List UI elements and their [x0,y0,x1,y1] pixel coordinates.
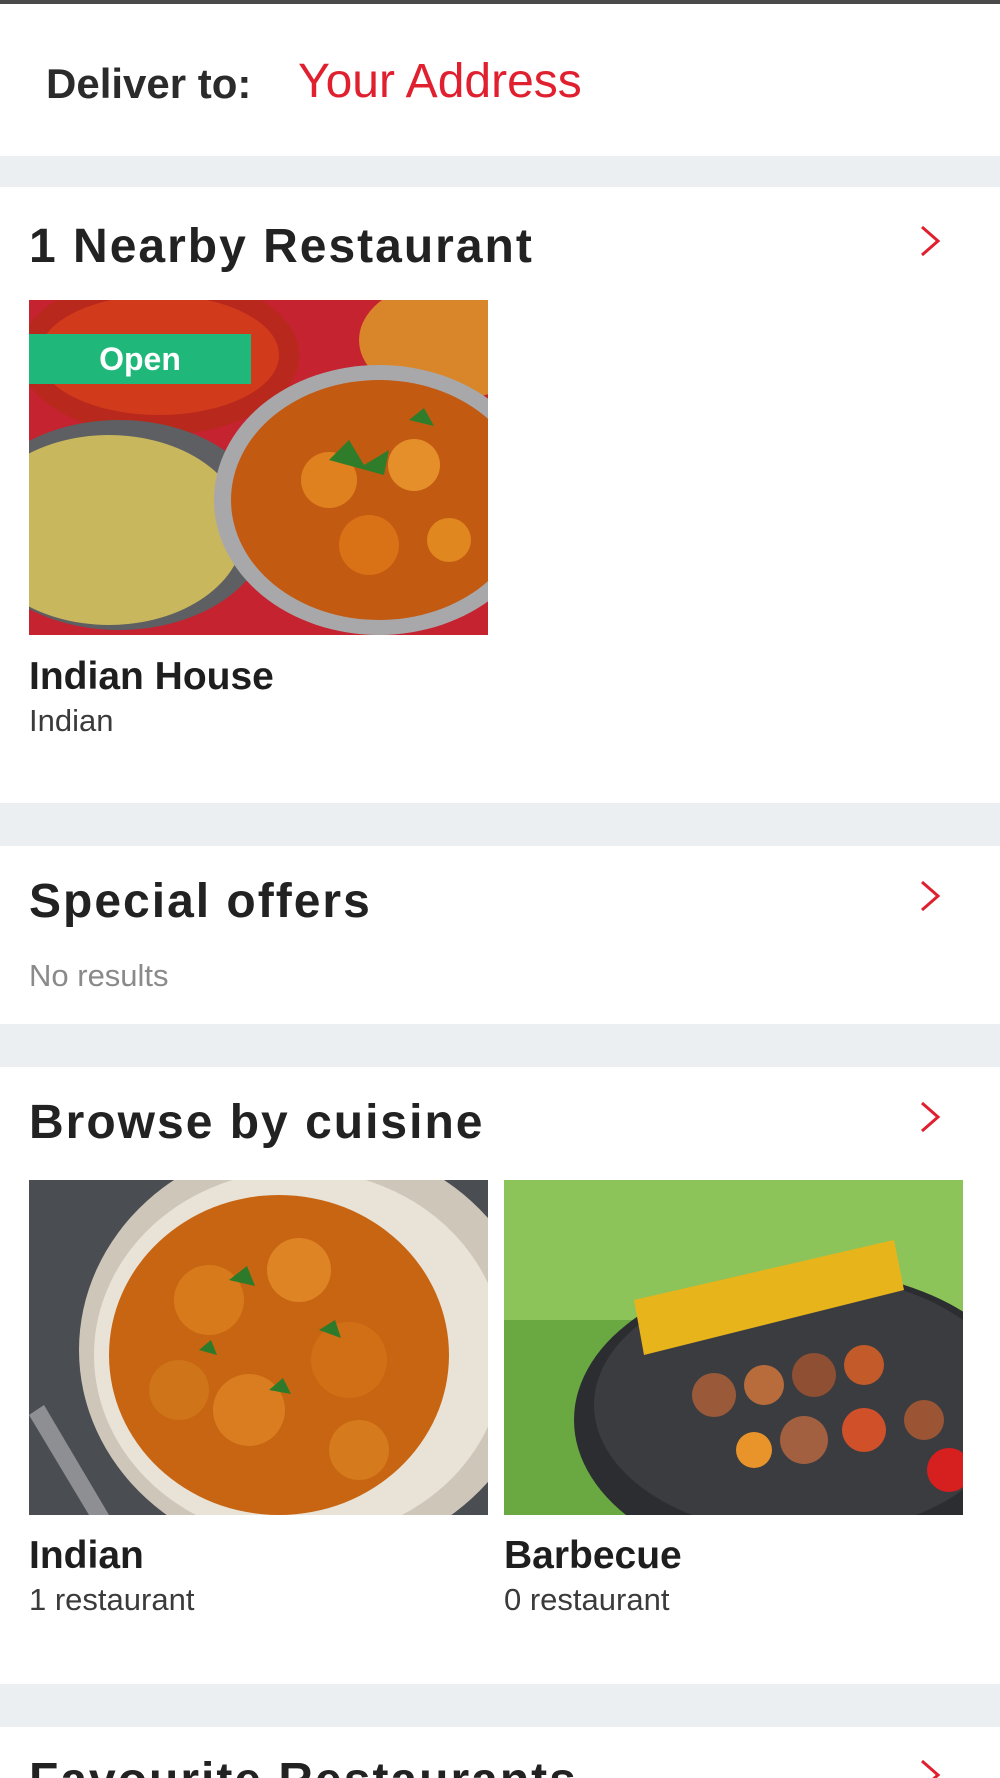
cuisine-image[interactable] [504,1180,963,1515]
cuisine-count: 0 restaurant [504,1582,670,1617]
delivery-address-link[interactable]: Your Address [298,54,582,109]
section-title-offers: Special offers [29,875,372,928]
cuisine-count: 1 restaurant [29,1582,195,1617]
section-title-nearby: 1 Nearby Restaurant [29,220,534,273]
open-status-badge: Open [29,334,251,384]
browse-cuisine-section: Browse by cuisine Indian 1 restaurant Ba… [0,1067,1000,1684]
deliver-to-label: Deliver to: [46,60,252,107]
nearby-restaurants-section: 1 Nearby Restaurant Open Indian House In… [0,187,1000,803]
restaurant-name: Indian House [29,655,274,698]
chevron-right-icon[interactable] [914,878,944,912]
special-offers-section: Special offers No results [0,846,1000,1024]
restaurant-cuisine: Indian [29,703,114,738]
chevron-right-icon[interactable] [914,1099,944,1133]
section-title-cuisine: Browse by cuisine [29,1096,485,1149]
cuisine-name: Indian [29,1534,144,1577]
chevron-right-icon[interactable] [914,1757,944,1778]
deliver-to-bar[interactable]: Deliver to: Your Address [0,4,1000,156]
favourite-restaurants-section: Favourite Restaurants [0,1727,1000,1778]
chevron-right-icon[interactable] [914,223,944,257]
section-title-favourites: Favourite Restaurants [29,1753,578,1778]
cuisine-image[interactable] [29,1180,488,1515]
offers-empty-text: No results [29,958,169,993]
cuisine-name: Barbecue [504,1534,682,1577]
